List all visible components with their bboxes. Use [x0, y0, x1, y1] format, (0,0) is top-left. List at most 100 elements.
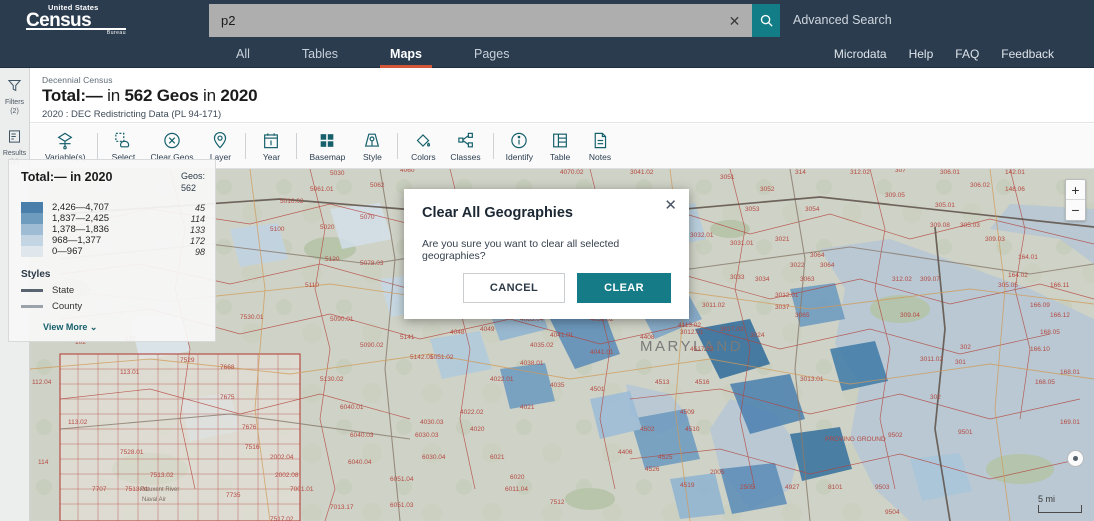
- legend-range: 2,426—4,707: [52, 202, 110, 214]
- svg-text:309.08: 309.08: [930, 222, 950, 229]
- svg-text:309.07: 309.07: [920, 276, 940, 283]
- svg-text:5120: 5120: [325, 256, 340, 263]
- svg-text:4113.02: 4113.02: [678, 322, 701, 329]
- legend-row: 2,426—4,707 45: [52, 202, 205, 213]
- svg-text:Naval Air: Naval Air: [142, 497, 166, 503]
- svg-text:305.03: 305.03: [960, 222, 980, 229]
- map-scale-bar: 5 mi: [1038, 494, 1082, 513]
- toolbar-variables[interactable]: Variable(s): [38, 131, 92, 162]
- census-bureau-logo[interactable]: United States Census Bureau: [26, 4, 126, 36]
- svg-text:3024: 3024: [750, 332, 765, 339]
- svg-text:Patuxent River: Patuxent River: [140, 487, 179, 493]
- close-icon[interactable]: ✕: [664, 198, 677, 213]
- svg-text:7668: 7668: [220, 364, 235, 371]
- toolbar-classes[interactable]: Classes: [443, 131, 487, 162]
- nav-feedback[interactable]: Feedback: [1001, 47, 1054, 61]
- svg-text:164.02: 164.02: [1008, 272, 1028, 279]
- rail-item-filters[interactable]: Filters (2): [0, 74, 29, 125]
- clear-search-icon[interactable]: ✕: [727, 13, 742, 28]
- svg-text:7001.01: 7001.01: [290, 486, 314, 493]
- state-line-swatch: [21, 289, 43, 293]
- legend-swatch-5: [21, 246, 43, 258]
- map-scale-label: 5 mi: [1038, 494, 1056, 504]
- svg-text:3052: 3052: [760, 186, 775, 193]
- map-zoom-controls[interactable]: + −: [1065, 179, 1086, 221]
- svg-text:3064: 3064: [810, 252, 825, 259]
- rail-filters-count: (2): [10, 108, 19, 116]
- toolbar-notes[interactable]: Notes: [580, 131, 620, 162]
- table-icon: [553, 133, 567, 147]
- svg-text:4049: 4049: [480, 326, 495, 333]
- svg-text:309.05: 309.05: [885, 192, 905, 199]
- rail-results-label: Results: [2, 150, 27, 158]
- legend-style-county-label: County: [52, 301, 83, 313]
- svg-text:3034: 3034: [755, 276, 770, 283]
- svg-text:301: 301: [955, 359, 966, 366]
- svg-text:6051.03: 6051.03: [390, 502, 414, 509]
- svg-text:3017.03: 3017.03: [720, 326, 744, 333]
- svg-text:302: 302: [960, 344, 971, 351]
- legend-swatch-4: [21, 235, 43, 247]
- svg-text:166.11: 166.11: [1050, 282, 1070, 289]
- svg-text:3032.01: 3032.01: [690, 232, 714, 239]
- svg-text:5030: 5030: [330, 170, 345, 177]
- toolbar-table[interactable]: Table: [540, 131, 580, 162]
- toolbar-layer[interactable]: Layer: [200, 131, 240, 162]
- legend-color-ramp: [21, 202, 43, 258]
- svg-text:5100: 5100: [270, 226, 285, 233]
- advanced-search-link[interactable]: Advanced Search: [793, 13, 892, 27]
- search-input[interactable]: [209, 4, 752, 37]
- title-block: Decennial Census Total:— in 562 Geos in …: [30, 68, 1094, 123]
- page-title-geos: 562 Geos: [124, 86, 199, 105]
- toolbar-basemap[interactable]: Basemap: [302, 131, 352, 162]
- svg-text:4526: 4526: [645, 466, 660, 473]
- svg-text:4030.03: 4030.03: [420, 419, 444, 426]
- compass-icon[interactable]: [1067, 450, 1084, 467]
- svg-text:312.02: 312.02: [892, 276, 912, 283]
- page-title-in-1: in: [102, 86, 125, 105]
- toolbar-classes-label: Classes: [450, 151, 481, 162]
- clear-button[interactable]: CLEAR: [577, 273, 671, 303]
- legend-view-more-button[interactable]: View More ⌄: [43, 322, 205, 333]
- nav-help[interactable]: Help: [909, 47, 934, 61]
- toolbar-clear-geos[interactable]: Clear Geos: [143, 131, 200, 162]
- toolbar-style[interactable]: Style: [352, 131, 392, 162]
- svg-text:4510: 4510: [685, 426, 700, 433]
- toolbar-basemap-label: Basemap: [309, 151, 346, 162]
- svg-text:3031.01: 3031.01: [730, 240, 754, 247]
- toolbar-identify[interactable]: Identify: [499, 131, 540, 162]
- map-zoom-in-button[interactable]: +: [1066, 180, 1085, 200]
- nav-faq[interactable]: FAQ: [955, 47, 979, 61]
- tab-all[interactable]: All: [210, 40, 276, 68]
- svg-text:168.01: 168.01: [1060, 369, 1080, 376]
- tab-maps[interactable]: Maps: [364, 40, 448, 68]
- tab-pages[interactable]: Pages: [448, 40, 535, 68]
- svg-text:3065: 3065: [795, 312, 810, 319]
- toolbar-colors[interactable]: Colors: [403, 131, 443, 162]
- map-scale-line: [1038, 505, 1082, 513]
- map-zoom-out-button[interactable]: −: [1066, 200, 1085, 220]
- search-bar: ✕: [209, 4, 780, 37]
- search-button[interactable]: [752, 4, 780, 37]
- svg-text:3051: 3051: [720, 174, 735, 181]
- legend-range: 1,837—2,425: [52, 213, 110, 225]
- svg-text:8101: 8101: [828, 484, 843, 491]
- svg-text:5070: 5070: [360, 214, 375, 221]
- toolbar-select[interactable]: Select: [103, 131, 143, 162]
- toolbar-year[interactable]: Year: [251, 131, 291, 162]
- clear-geos-icon: [164, 132, 180, 148]
- tabs-bar: All Tables Maps Pages Microdata Help FAQ…: [0, 40, 1094, 68]
- svg-text:3054: 3054: [805, 206, 820, 213]
- tab-tables[interactable]: Tables: [276, 40, 364, 68]
- legend-count: 114: [190, 213, 205, 224]
- list-icon: [9, 130, 20, 143]
- legend-style-county: County: [21, 301, 205, 312]
- style-icon: [365, 133, 380, 147]
- svg-text:9503: 9503: [875, 484, 890, 491]
- colors-bucket-icon: [417, 133, 431, 147]
- svg-text:4060: 4060: [400, 169, 415, 174]
- nav-microdata[interactable]: Microdata: [834, 47, 887, 61]
- info-icon: [511, 132, 528, 148]
- svg-text:7517.02: 7517.02: [270, 516, 294, 521]
- cancel-button[interactable]: CANCEL: [462, 273, 566, 303]
